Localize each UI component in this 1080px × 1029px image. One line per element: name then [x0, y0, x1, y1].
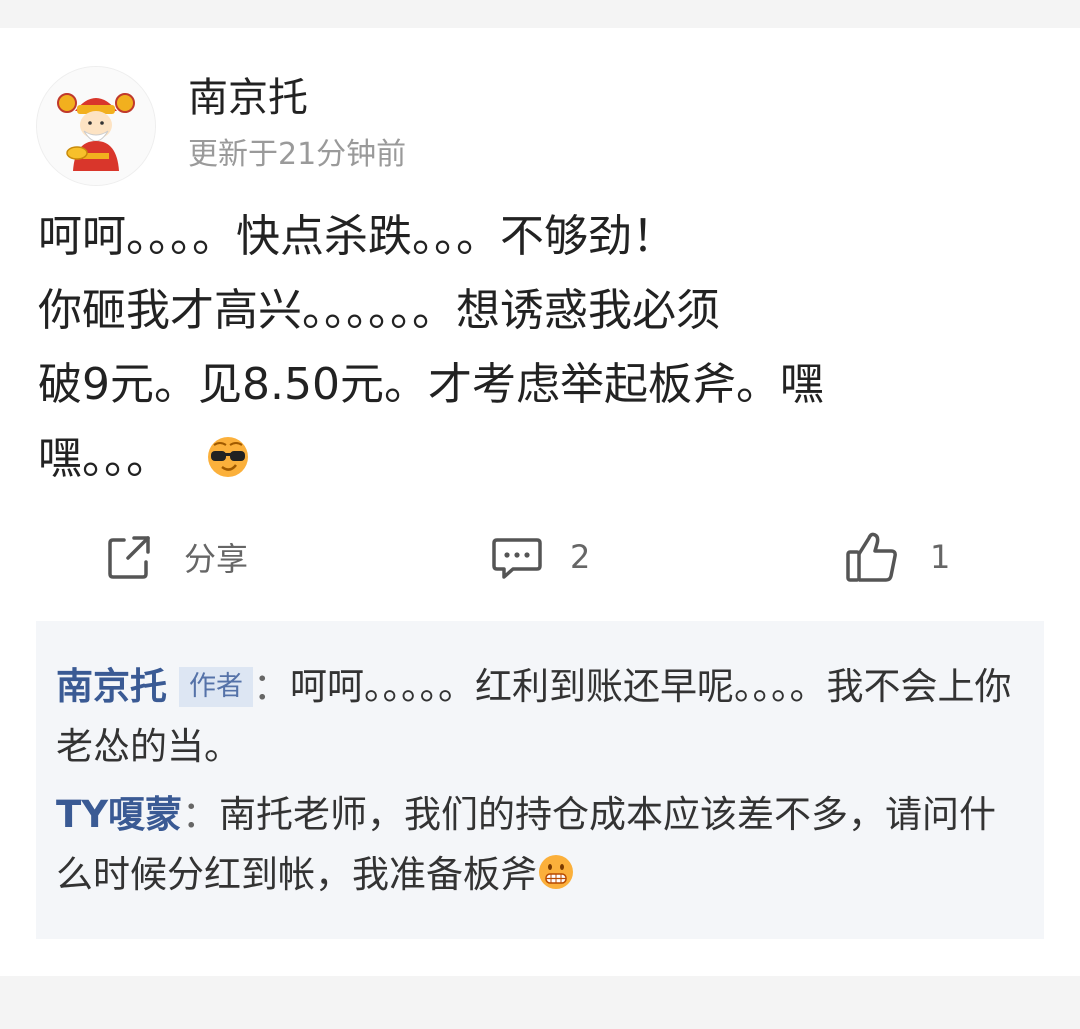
reply-item[interactable]: TY嗄蒙：南托老师，我们的持仓成本应该差不多，请问什么时候分红到帐，我准备板斧 — [56, 785, 1016, 909]
avatar[interactable] — [36, 66, 156, 186]
post-content: 呵呵。。。。快点杀跌。。。不够劲！ 你砸我才高兴。。。。。。想诱惑我必须 破9元… — [38, 200, 1038, 502]
comment-icon — [492, 538, 542, 579]
reply-author[interactable]: TY嗄蒙 — [56, 793, 182, 836]
like-count: 1 — [930, 538, 951, 576]
post-line: 你砸我才高兴。。。。。。想诱惑我必须 — [38, 285, 720, 336]
grinning-emoji-icon — [537, 849, 575, 909]
reply-item[interactable]: 南京托 作者 ：呵呵。。。。。红利到账还早呢。。。。我不会上你老怂的当。 — [56, 657, 1016, 777]
share-button[interactable]: 分享 — [104, 524, 248, 590]
comment-count: 2 — [570, 538, 591, 576]
reply-list: 南京托 作者 ：呵呵。。。。。红利到账还早呢。。。。我不会上你老怂的当。 TY嗄蒙：… — [36, 621, 1044, 939]
post-card: 南京托 更新于21分钟前 呵呵。。。。快点杀跌。。。不够劲！ 你砸我才高兴。。。… — [0, 28, 1080, 976]
reply-separator: ： — [182, 793, 220, 836]
action-bar: 分享 2 1 — [0, 524, 1080, 590]
author-badge: 作者 — [179, 667, 253, 707]
reply-author[interactable]: 南京托 — [56, 665, 167, 708]
share-icon — [108, 536, 150, 579]
share-label: 分享 — [184, 540, 249, 578]
reply-separator: ： — [253, 665, 290, 708]
like-button[interactable]: 1 — [844, 524, 950, 590]
post-line: 破9元。见8.50元。才考虑举起板斧。嘿 — [38, 359, 824, 410]
comment-button[interactable]: 2 — [490, 524, 590, 590]
post-line-last: 嘿。。。 — [38, 422, 1038, 502]
post-line: 嘿。。。 — [38, 433, 170, 484]
fortune-god-avatar-icon — [37, 67, 155, 185]
author-name[interactable]: 南京托 — [188, 74, 308, 122]
post-line: 呵呵。。。。快点杀跌。。。不够劲！ — [38, 211, 676, 262]
sunglasses-emoji-icon — [206, 428, 250, 502]
update-time: 更新于21分钟前 — [188, 137, 407, 172]
thumbs-up-icon — [846, 532, 897, 582]
